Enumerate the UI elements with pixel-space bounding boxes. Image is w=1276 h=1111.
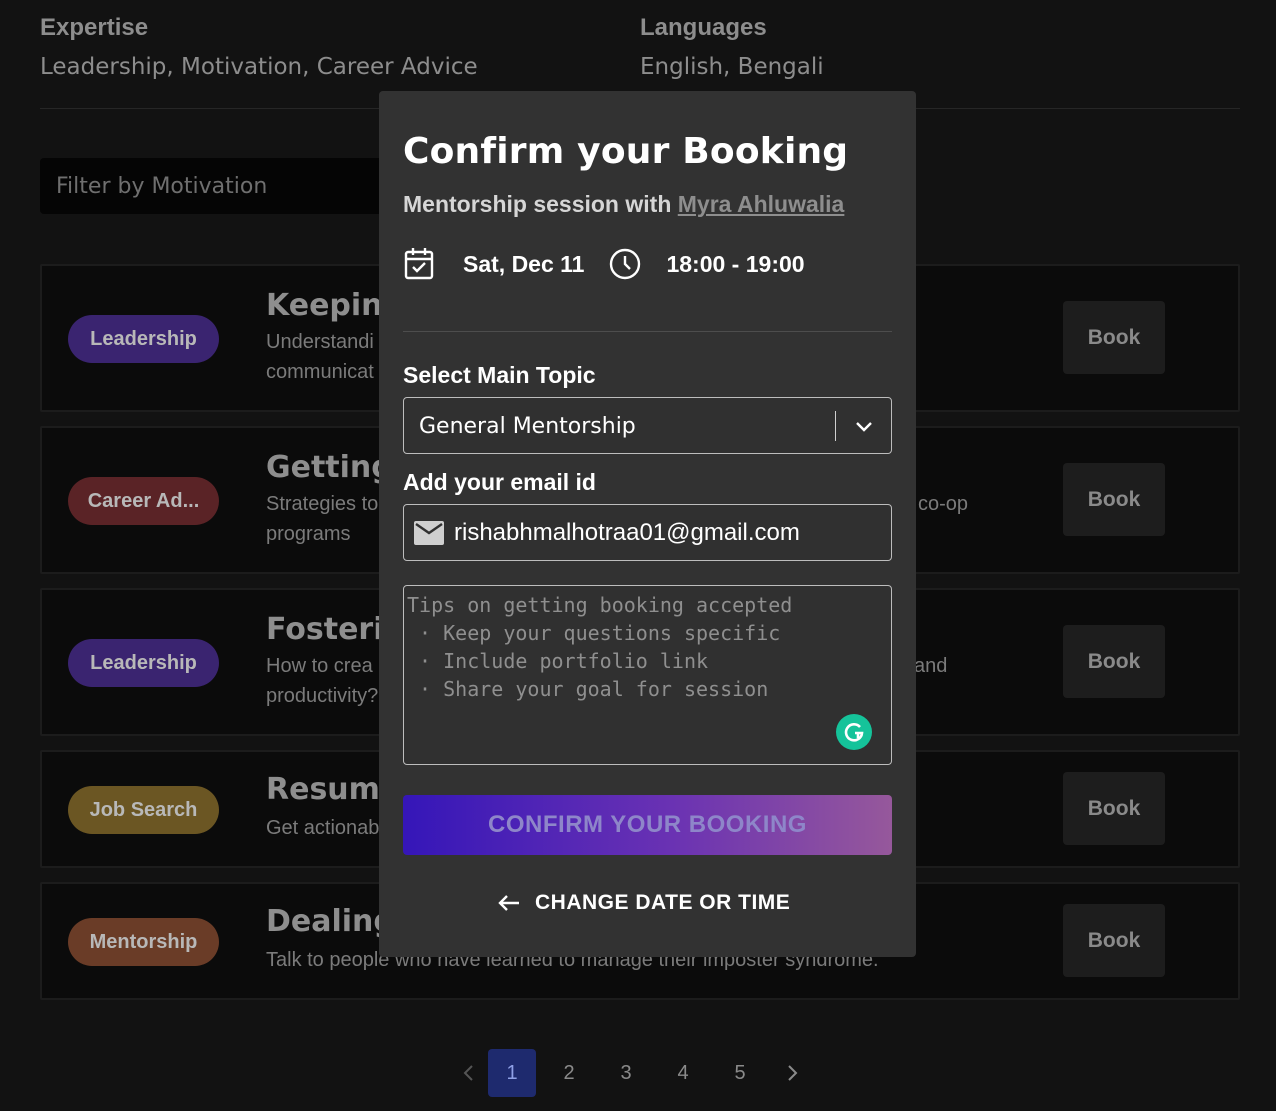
booking-modal: Confirm your Booking Mentorship session …: [379, 91, 916, 957]
modal-title: Confirm your Booking: [403, 131, 849, 172]
expertise-label: Expertise: [40, 14, 149, 41]
clock-icon: [609, 248, 641, 280]
chevron-right-icon[interactable]: [773, 1049, 811, 1097]
session-title: Dealing: [266, 904, 395, 939]
session-title: Resum: [266, 772, 380, 807]
confirm-booking-button[interactable]: CONFIRM YOUR BOOKING: [403, 795, 892, 855]
page-button-1[interactable]: 1: [488, 1049, 536, 1097]
book-button[interactable]: Book: [1063, 463, 1165, 536]
tag-job-search: Job Search: [68, 786, 219, 834]
tag-mentorship: Mentorship: [68, 918, 219, 966]
book-button[interactable]: Book: [1063, 772, 1165, 845]
email-label: Add your email id: [403, 469, 596, 495]
chevron-down-icon[interactable]: [854, 416, 874, 441]
mentor-link[interactable]: Myra Ahluwalia: [678, 191, 845, 217]
session-date: Sat, Dec 11: [463, 250, 585, 277]
session-time: 18:00 - 19:00: [666, 250, 805, 277]
book-button[interactable]: Book: [1063, 904, 1165, 977]
select-separator: [835, 411, 836, 441]
session-description-tail: co-op: [918, 493, 969, 515]
topic-select[interactable]: General Mentorship: [403, 397, 892, 454]
session-description-tail: and: [914, 655, 948, 677]
modal-subtitle: Mentorship session with Myra Ahluwalia: [403, 191, 844, 218]
modal-divider: [403, 331, 892, 332]
expertise-value: Leadership, Motivation, Career Advice: [40, 54, 478, 80]
languages-section: Languages English, Bengali: [640, 14, 824, 80]
notes-box: [403, 585, 892, 765]
email-field[interactable]: [454, 513, 884, 553]
email-field-wrapper: [403, 504, 892, 561]
notes-textarea[interactable]: [407, 591, 887, 759]
topic-select-value: General Mentorship: [419, 414, 636, 439]
change-date-label: CHANGE DATE OR TIME: [535, 891, 791, 914]
page-button-5[interactable]: 5: [716, 1049, 764, 1097]
topic-label: Select Main Topic: [403, 362, 596, 388]
chevron-left-icon[interactable]: [450, 1049, 488, 1097]
tag-career-advice: Career Ad...: [68, 477, 219, 525]
change-date-button[interactable]: CHANGE DATE OR TIME: [497, 891, 790, 915]
session-title: Fosteri: [266, 612, 384, 647]
arrow-left-icon: [497, 893, 521, 913]
page-button-3[interactable]: 3: [602, 1049, 650, 1097]
languages-value: English, Bengali: [640, 54, 824, 80]
subtitle-prefix: Mentorship session with: [403, 191, 672, 217]
tag-leadership: Leadership: [68, 315, 219, 363]
pagination: 1 2 3 4 5: [450, 1049, 811, 1097]
languages-label: Languages: [640, 14, 767, 41]
page-button-4[interactable]: 4: [659, 1049, 707, 1097]
book-button[interactable]: Book: [1063, 625, 1165, 698]
tag-leadership: Leadership: [68, 639, 219, 687]
page-button-2[interactable]: 2: [545, 1049, 593, 1097]
session-title: Getting: [266, 450, 393, 485]
book-button[interactable]: Book: [1063, 301, 1165, 374]
calendar-check-icon: [403, 247, 435, 281]
session-datetime: Sat, Dec 11 18:00 - 19:00: [403, 247, 805, 281]
mail-icon: [413, 520, 445, 551]
session-title: Keepin: [266, 288, 383, 323]
grammarly-icon[interactable]: [836, 714, 872, 750]
expertise-section: Expertise Leadership, Motivation, Career…: [40, 14, 478, 80]
